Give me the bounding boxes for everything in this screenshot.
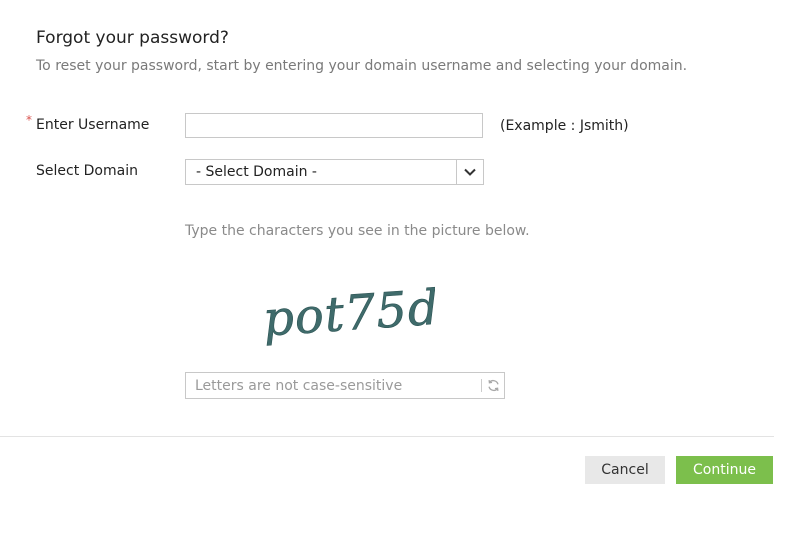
domain-select[interactable]: - Select Domain - [185, 159, 484, 185]
page-title: Forgot your password? [36, 28, 229, 48]
username-label: Enter Username [36, 117, 150, 133]
captcha-field [185, 372, 505, 399]
username-example-hint: (Example : Jsmith) [500, 118, 629, 134]
page-subtitle: To reset your password, start by enterin… [36, 58, 688, 74]
domain-label: Select Domain [36, 163, 138, 179]
captcha-divider [481, 379, 482, 392]
svg-text:pot75d: pot75d [261, 279, 435, 347]
captcha-input[interactable] [186, 373, 476, 398]
domain-select-value: - Select Domain - [196, 164, 317, 180]
refresh-icon[interactable] [485, 377, 501, 394]
captcha-instruction: Type the characters you see in the pictu… [185, 223, 530, 239]
cancel-button[interactable]: Cancel [585, 456, 665, 484]
username-input[interactable] [185, 113, 483, 138]
continue-button[interactable]: Continue [676, 456, 773, 484]
chevron-down-icon[interactable] [456, 160, 483, 184]
forgot-password-page: Forgot your password? To reset your pass… [0, 0, 810, 537]
required-marker: * [26, 113, 32, 127]
footer-divider [0, 436, 774, 437]
captcha-image: pot75d [261, 279, 435, 347]
